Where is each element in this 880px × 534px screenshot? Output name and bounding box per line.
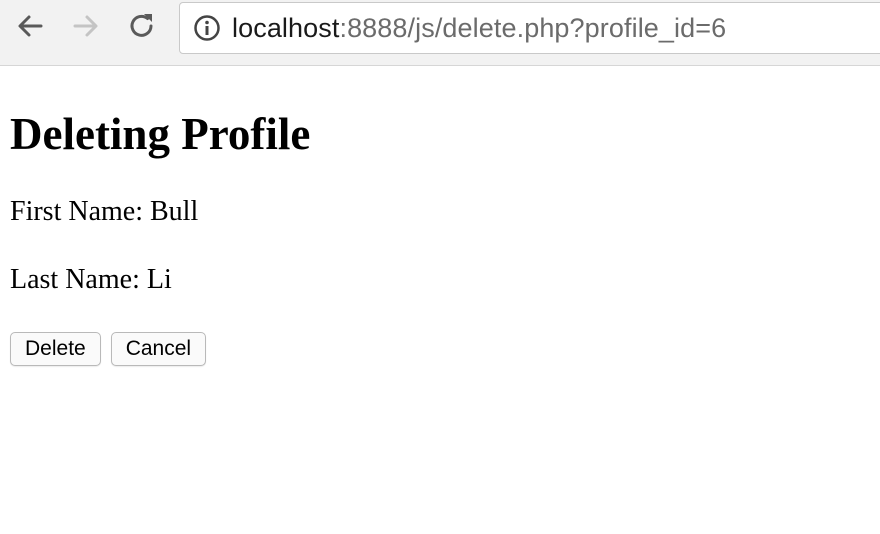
back-button[interactable] bbox=[10, 8, 50, 48]
arrow-right-icon bbox=[71, 11, 101, 46]
url-path: :8888/js/delete.php?profile_id=6 bbox=[339, 12, 727, 43]
reload-button[interactable] bbox=[122, 8, 162, 48]
browser-toolbar: localhost:8888/js/delete.php?profile_id=… bbox=[0, 0, 880, 66]
arrow-left-icon bbox=[15, 11, 45, 46]
first-name-line: First Name: Bull bbox=[10, 196, 880, 228]
last-name-label: Last Name: bbox=[10, 264, 147, 295]
first-name-label: First Name: bbox=[10, 196, 150, 227]
info-icon[interactable] bbox=[192, 13, 222, 43]
cancel-button[interactable]: Cancel bbox=[110, 332, 207, 366]
url-host: localhost bbox=[232, 12, 340, 43]
address-bar[interactable]: localhost:8888/js/delete.php?profile_id=… bbox=[179, 2, 880, 54]
reload-icon bbox=[127, 11, 157, 46]
page-content: Deleting Profile First Name: Bull Last N… bbox=[10, 66, 880, 366]
form-actions: Delete Cancel bbox=[10, 332, 880, 366]
page-title: Deleting Profile bbox=[10, 109, 311, 159]
first-name-value: Bull bbox=[150, 196, 199, 227]
last-name-value: Li bbox=[146, 264, 172, 295]
forward-button[interactable] bbox=[66, 8, 106, 48]
url-text: localhost:8888/js/delete.php?profile_id=… bbox=[232, 13, 726, 44]
last-name-line: Last Name: Li bbox=[10, 264, 880, 296]
delete-button[interactable]: Delete bbox=[10, 332, 101, 366]
